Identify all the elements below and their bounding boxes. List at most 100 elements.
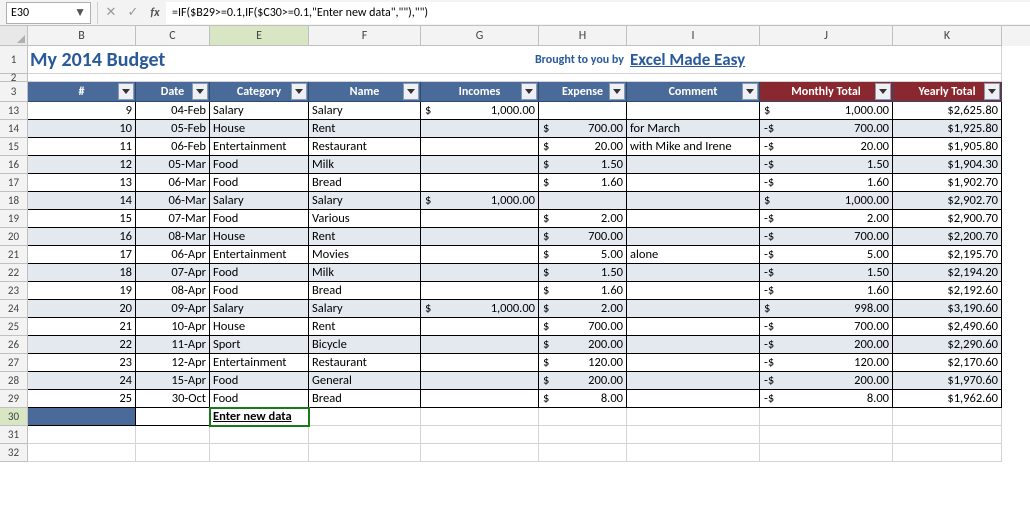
cell-number[interactable]: 20 — [28, 300, 136, 318]
filter-icon[interactable] — [984, 83, 1000, 100]
cell-date[interactable]: 05-Mar — [136, 156, 210, 174]
cell-yearly-total[interactable]: $2,195.70 — [893, 246, 1002, 264]
cell-monthly-total[interactable]: -$2.00 — [760, 210, 893, 228]
cell-expense[interactable]: $5.00 — [539, 246, 627, 264]
cell-yearly-total[interactable]: $1,925.80 — [893, 120, 1002, 138]
cell-income[interactable]: $1,000.00 — [421, 192, 539, 210]
cell-category[interactable]: Food — [210, 372, 309, 390]
cell-name[interactable]: Movies — [309, 246, 421, 264]
cell-number[interactable]: 23 — [28, 354, 136, 372]
cell-yearly-total[interactable]: $2,900.70 — [893, 210, 1002, 228]
cell-monthly-total[interactable]: -$1.50 — [760, 156, 893, 174]
cell[interactable] — [760, 426, 893, 444]
cell-number[interactable]: 11 — [28, 138, 136, 156]
cell-yearly-total[interactable]: $2,902.70 — [893, 192, 1002, 210]
cell-monthly-total[interactable]: -$200.00 — [760, 336, 893, 354]
cell-expense[interactable]: $8.00 — [539, 390, 627, 408]
cell[interactable] — [421, 426, 539, 444]
cell-number[interactable]: 25 — [28, 390, 136, 408]
cell[interactable] — [210, 426, 309, 444]
cell-expense[interactable]: $1.50 — [539, 264, 627, 282]
cell-yearly-total[interactable]: $2,625.80 — [893, 102, 1002, 120]
cell[interactable] — [421, 444, 539, 462]
cell[interactable] — [28, 408, 136, 426]
cell-category[interactable]: Food — [210, 210, 309, 228]
col-header-j[interactable]: J — [760, 26, 893, 46]
row-header[interactable]: 26 — [0, 336, 28, 354]
cell-date[interactable]: 04-Feb — [136, 102, 210, 120]
cell-income[interactable] — [421, 138, 539, 156]
col-header-g[interactable]: G — [421, 26, 539, 46]
cell-yearly-total[interactable]: $2,290.60 — [893, 336, 1002, 354]
row-header[interactable]: 3 — [0, 82, 28, 102]
cell-monthly-total[interactable]: $1,000.00 — [760, 102, 893, 120]
cell-date[interactable]: 15-Apr — [136, 372, 210, 390]
cell-comment[interactable] — [627, 192, 760, 210]
cell[interactable] — [627, 444, 760, 462]
cell[interactable] — [309, 444, 421, 462]
cell-yearly-total[interactable]: $2,170.60 — [893, 354, 1002, 372]
cell-income[interactable] — [421, 390, 539, 408]
cell-date[interactable]: 12-Apr — [136, 354, 210, 372]
cell-monthly-total[interactable]: -$5.00 — [760, 246, 893, 264]
cell[interactable] — [760, 408, 893, 426]
row-header[interactable]: 30 — [0, 408, 28, 426]
cell-yearly-total[interactable]: $1,902.70 — [893, 174, 1002, 192]
cell-number[interactable]: 18 — [28, 264, 136, 282]
cell-income[interactable] — [421, 210, 539, 228]
cell-expense[interactable]: $700.00 — [539, 318, 627, 336]
cell-category[interactable]: House — [210, 318, 309, 336]
th-comment[interactable]: Comment — [627, 82, 760, 102]
cell[interactable] — [893, 426, 1002, 444]
cell[interactable] — [760, 444, 893, 462]
cell-income[interactable] — [421, 174, 539, 192]
th-name[interactable]: Name — [309, 82, 421, 102]
cell-income[interactable] — [421, 120, 539, 138]
cell-monthly-total[interactable]: -$1.60 — [760, 174, 893, 192]
cell-number[interactable]: 14 — [28, 192, 136, 210]
row-header[interactable]: 17 — [0, 174, 28, 192]
cell-category[interactable]: House — [210, 228, 309, 246]
cell-income[interactable] — [421, 336, 539, 354]
th-monthly-total[interactable]: Monthly Total — [760, 82, 893, 102]
cell-number[interactable]: 22 — [28, 336, 136, 354]
col-header-e[interactable]: E — [210, 26, 309, 46]
cell-comment[interactable] — [627, 228, 760, 246]
name-box[interactable]: E30 ▼ — [6, 2, 91, 24]
cell-name[interactable]: Various — [309, 210, 421, 228]
col-header-b[interactable]: B — [28, 26, 136, 46]
cell-expense[interactable]: $1.50 — [539, 156, 627, 174]
selected-cell[interactable]: Enter new data — [210, 408, 309, 426]
excel-made-easy-link[interactable]: Excel Made Easy — [627, 46, 1002, 74]
filter-icon[interactable] — [403, 83, 419, 100]
cell-name[interactable]: Milk — [309, 264, 421, 282]
cell[interactable] — [309, 426, 421, 444]
cell-date[interactable]: 07-Mar — [136, 210, 210, 228]
cell-yearly-total[interactable]: $2,200.70 — [893, 228, 1002, 246]
cell-expense[interactable]: $200.00 — [539, 372, 627, 390]
cell-name[interactable]: Restaurant — [309, 138, 421, 156]
cell[interactable] — [421, 408, 539, 426]
formula-input[interactable]: =IF($B29>=0.1,IF($C30>=0.1,"Enter new da… — [166, 2, 1030, 24]
cell-yearly-total[interactable]: $1,970.60 — [893, 372, 1002, 390]
cell-number[interactable]: 24 — [28, 372, 136, 390]
cell-yearly-total[interactable]: $3,190.60 — [893, 300, 1002, 318]
cell-number[interactable]: 21 — [28, 318, 136, 336]
cell[interactable] — [627, 426, 760, 444]
cell-monthly-total[interactable]: -$700.00 — [760, 318, 893, 336]
col-header-i[interactable]: I — [627, 26, 760, 46]
cell-category[interactable]: Food — [210, 282, 309, 300]
row-header[interactable]: 2 — [0, 74, 28, 82]
cell-category[interactable]: Entertainment — [210, 354, 309, 372]
cell-monthly-total[interactable]: -$1.50 — [760, 264, 893, 282]
cell-number[interactable]: 16 — [28, 228, 136, 246]
cell[interactable] — [28, 444, 136, 462]
brought-label[interactable]: Brought to you by — [421, 46, 627, 74]
cell-name[interactable]: Salary — [309, 102, 421, 120]
filter-icon[interactable] — [742, 83, 758, 100]
cell-date[interactable]: 30-Oct — [136, 390, 210, 408]
filter-icon[interactable] — [192, 83, 208, 100]
accept-formula-icon[interactable]: ✓ — [122, 2, 144, 24]
cell-income[interactable]: $1,000.00 — [421, 300, 539, 318]
cell-comment[interactable] — [627, 390, 760, 408]
